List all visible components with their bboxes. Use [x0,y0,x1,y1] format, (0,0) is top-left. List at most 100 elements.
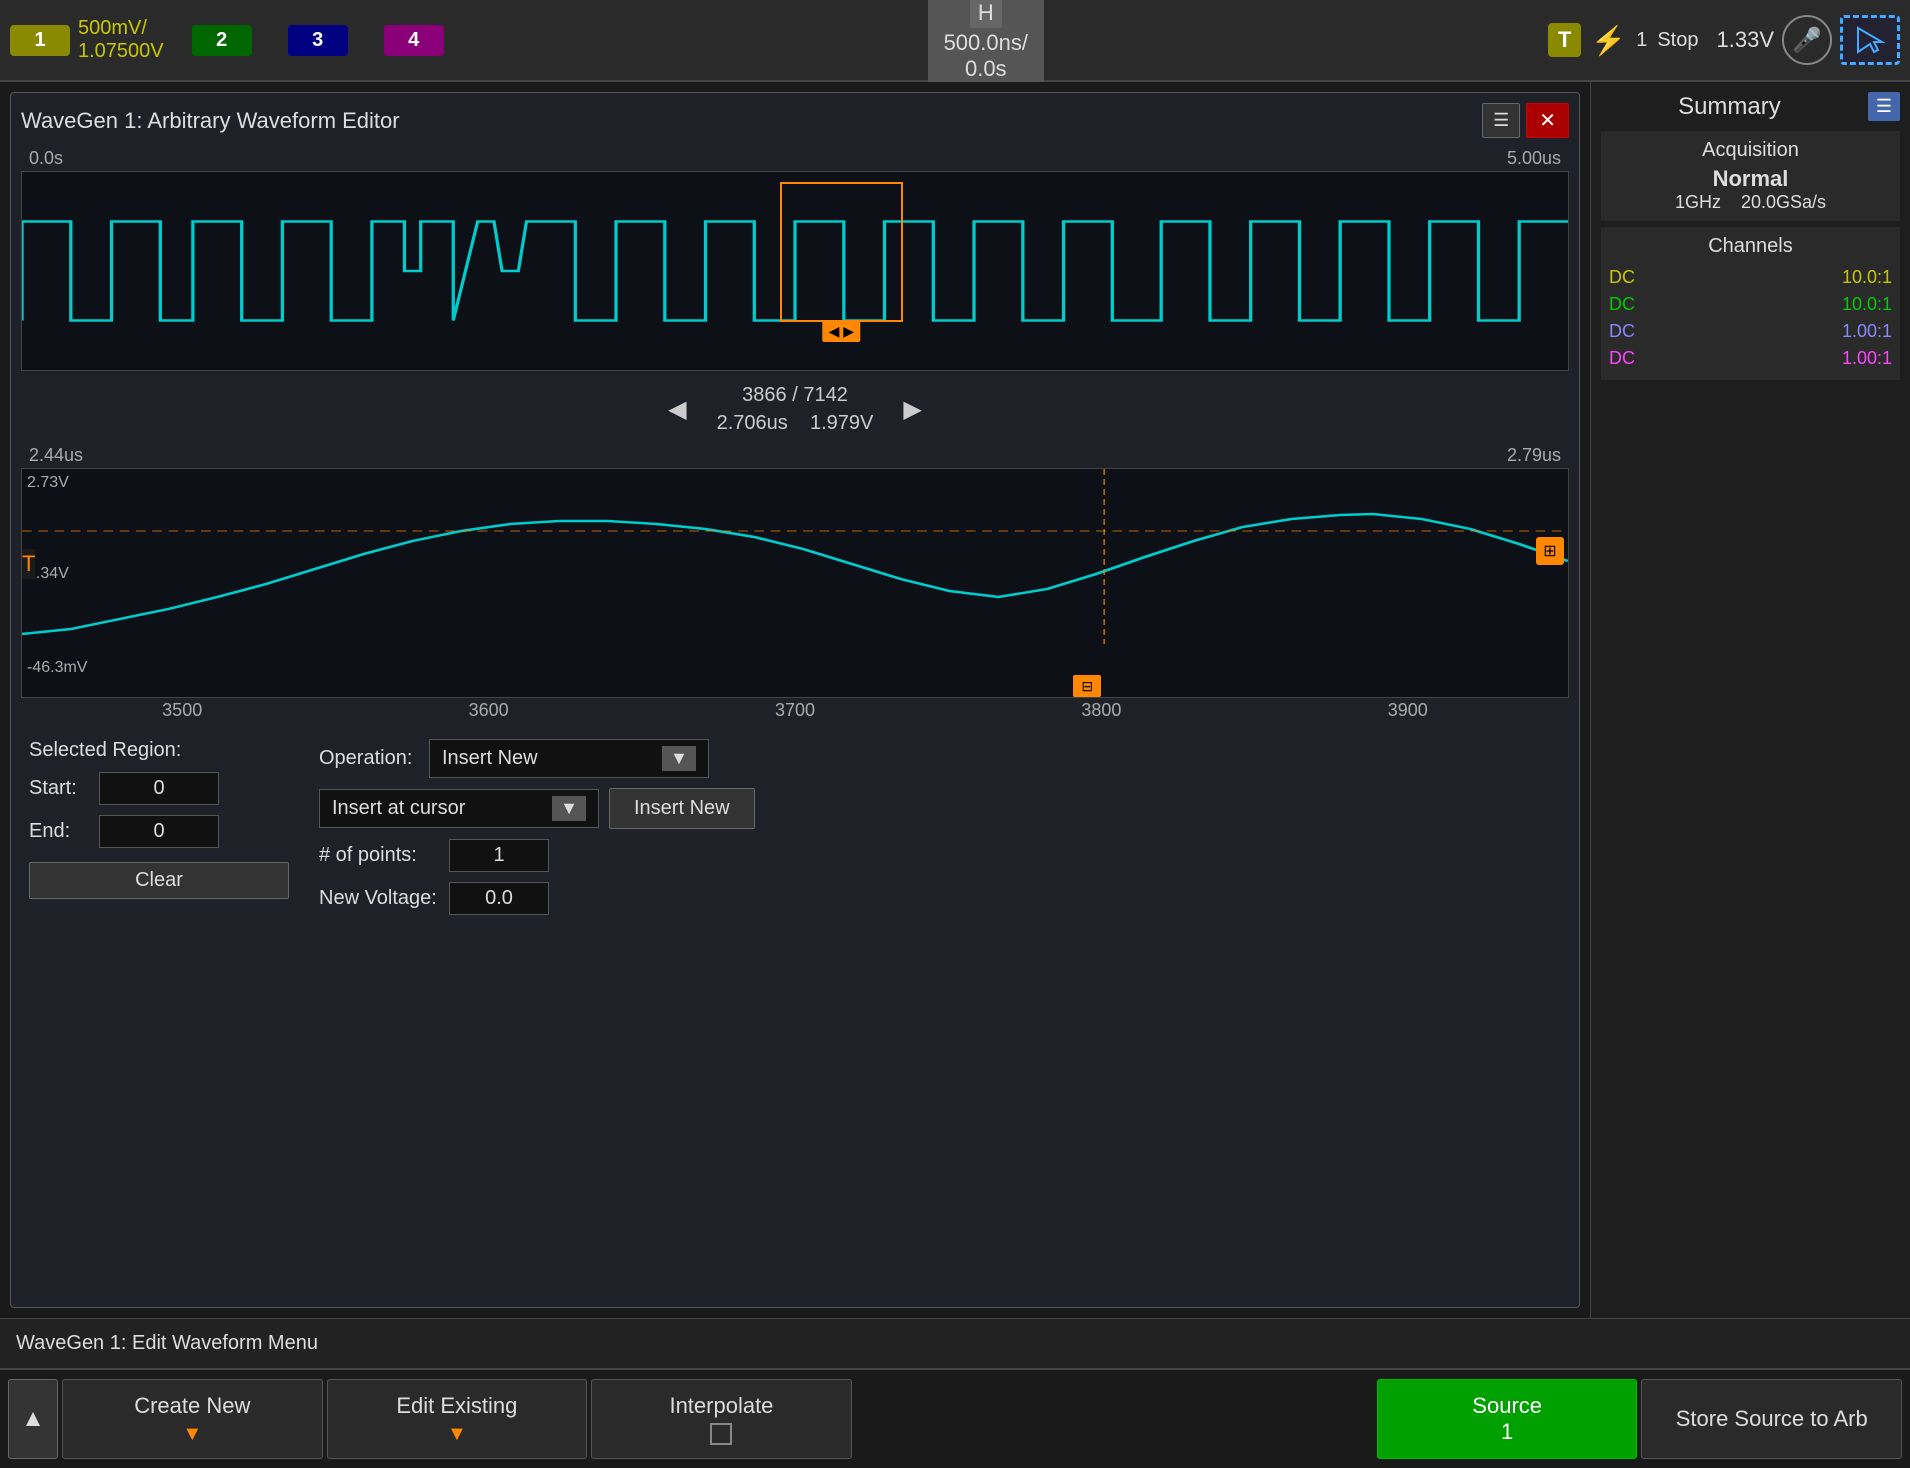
insert-row: Insert at cursor ▼ Insert New [319,788,1561,829]
acquisition-section: Acquisition Normal 1GHz 20.0GSa/s [1601,131,1900,221]
ch1-dc: DC [1609,267,1635,288]
interpolate-button[interactable]: Interpolate [591,1379,852,1459]
interpolate-icon [710,1423,732,1445]
ch2-ratio: 10.0:1 [1842,294,1892,315]
voltage-label: New Voltage: [319,887,439,910]
channels-section: Channels DC 10.0:1 DC 10.0:1 DC 1.00:1 D… [1601,227,1900,380]
source-label: Source [1472,1393,1542,1419]
voltage-input[interactable] [449,882,549,915]
horiz-label: H [970,0,1002,28]
channel-row-1: DC 10.0:1 [1609,264,1892,291]
trigger-icon: ⚡ [1591,24,1626,57]
ch1-offset: 1.07500V [78,40,164,63]
x-label-3: 3800 [1081,700,1121,721]
source-button[interactable]: Source 1 [1377,1379,1638,1459]
y-label-bot: -46.3mV [27,659,87,677]
selection-box[interactable]: ◀ ▶ [780,182,904,322]
nav-time: 2.706us [717,412,788,434]
summary-title: Summary [1601,93,1858,121]
editor-title: WaveGen 1: Arbitrary Waveform Editor [21,108,400,134]
start-row: Start: [29,772,289,805]
store-source-button[interactable]: Store Source to Arb [1641,1379,1902,1459]
summary-header: Summary ☰ [1601,92,1900,121]
x-labels: 3500 3600 3700 3800 3900 [21,698,1569,723]
horiz-section[interactable]: H 500.0ns/ 0.0s [928,0,1044,88]
channel-row-3: DC 1.00:1 [1609,318,1892,345]
operation-dropdown[interactable]: Insert New ▼ [429,739,709,778]
ch1-label: 1 [34,29,45,52]
nav-right-arrow[interactable]: ▶ [903,395,921,424]
selection-handle[interactable]: ◀ ▶ [823,321,860,342]
channel-row-2: DC 10.0:1 [1609,291,1892,318]
ch4-ratio: 1.00:1 [1842,348,1892,369]
controls-section: Selected Region: Start: End: Clear Opera… [21,723,1569,931]
right-marker[interactable]: ⊞ [1536,537,1564,565]
stop-label: Stop [1657,29,1698,52]
ch2-button[interactable]: 2 [192,25,252,56]
acq-details: 1GHz 20.0GSa/s [1609,192,1892,213]
end-input[interactable] [99,815,219,848]
t-marker: T [22,549,35,579]
ch1-info: 500mV/ 1.07500V [78,17,164,63]
list-icon[interactable]: ☰ [1868,92,1900,121]
insert-dropdown[interactable]: Insert at cursor ▼ [319,789,599,828]
bottom-toolbar: ▲ Create New ▼ Edit Existing ▼ Interpola… [0,1368,1910,1468]
acq-title: Acquisition [1609,139,1892,162]
ch3-button[interactable]: 3 [288,25,348,56]
acq-freq: 1GHz [1675,192,1721,213]
channel-row-4: DC 1.00:1 [1609,345,1892,372]
op-row: Operation: Insert New ▼ [319,739,1561,778]
up-arrow-icon: ▲ [21,1405,45,1433]
region-section: Selected Region: Start: End: Clear [29,739,289,915]
editor-close-button[interactable]: ✕ [1526,103,1569,138]
nav-left-arrow[interactable]: ◀ [668,395,686,424]
ch3-ratio: 1.00:1 [1842,321,1892,342]
clear-button[interactable]: Clear [29,862,289,899]
points-input[interactable] [449,839,549,872]
insert-new-button[interactable]: Insert New [609,788,755,829]
status-bar: WaveGen 1: Edit Waveform Menu [0,1318,1910,1368]
points-label: # of points: [319,844,439,867]
up-arrow-button[interactable]: ▲ [8,1379,58,1459]
create-new-button[interactable]: Create New ▼ [62,1379,323,1459]
edit-existing-arrow: ▼ [447,1423,467,1446]
nav-voltage: 1.979V [810,412,873,434]
ch1-voltage: 500mV/ [78,17,164,40]
waveform-editor: WaveGen 1: Arbitrary Waveform Editor ☰ ✕… [10,92,1580,1308]
x-label-0: 3500 [162,700,202,721]
create-new-label: Create New [134,1393,250,1419]
end-row: End: [29,815,289,848]
ch4-dc: DC [1609,348,1635,369]
status-text: WaveGen 1: Edit Waveform Menu [16,1332,318,1355]
top-toolbar: 1 500mV/ 1.07500V 2 3 4 H 500.0ns/ 0.0s … [0,0,1910,82]
nav-info: 3866 / 7142 2.706us 1.979V [717,381,874,437]
acq-mode: Normal [1609,166,1892,192]
ch3-dc: DC [1609,321,1635,342]
ch2-dc: DC [1609,294,1635,315]
trigger-btn[interactable]: T [1548,23,1581,57]
start-label: Start: [29,777,89,800]
detail-labels-top: 2.44us 2.79us [21,443,1569,468]
volt-reading: 1.33V [1717,27,1775,53]
overview-labels: 0.0s 5.00us [21,146,1569,171]
start-input[interactable] [99,772,219,805]
ch4-button[interactable]: 4 [384,25,444,56]
cursor-icon[interactable] [1840,15,1900,65]
x-label-4: 3900 [1388,700,1428,721]
editor-menu-button[interactable]: ☰ [1482,103,1520,138]
mic-icon[interactable]: 🎤 [1782,15,1832,65]
nav-position: 3866 / 7142 [717,381,874,409]
detail-end: 2.79us [1507,445,1561,466]
dropdown-arrow: ▼ [662,746,696,771]
ch1-button[interactable]: 1 [10,25,70,56]
edit-existing-button[interactable]: Edit Existing ▼ [327,1379,588,1459]
detail-start: 2.44us [29,445,83,466]
source-num: 1 [1501,1419,1513,1445]
edit-existing-label: Edit Existing [396,1393,517,1419]
waveform-panel: WaveGen 1: Arbitrary Waveform Editor ☰ ✕… [0,82,1590,1318]
stop-section[interactable]: Stop [1657,29,1698,52]
editor-title-bar: WaveGen 1: Arbitrary Waveform Editor ☰ ✕ [21,103,1569,138]
bottom-marker[interactable]: ⊟ [1073,675,1101,697]
horiz-time: 500.0ns/ [944,30,1028,56]
ch4-label: 4 [408,29,419,52]
